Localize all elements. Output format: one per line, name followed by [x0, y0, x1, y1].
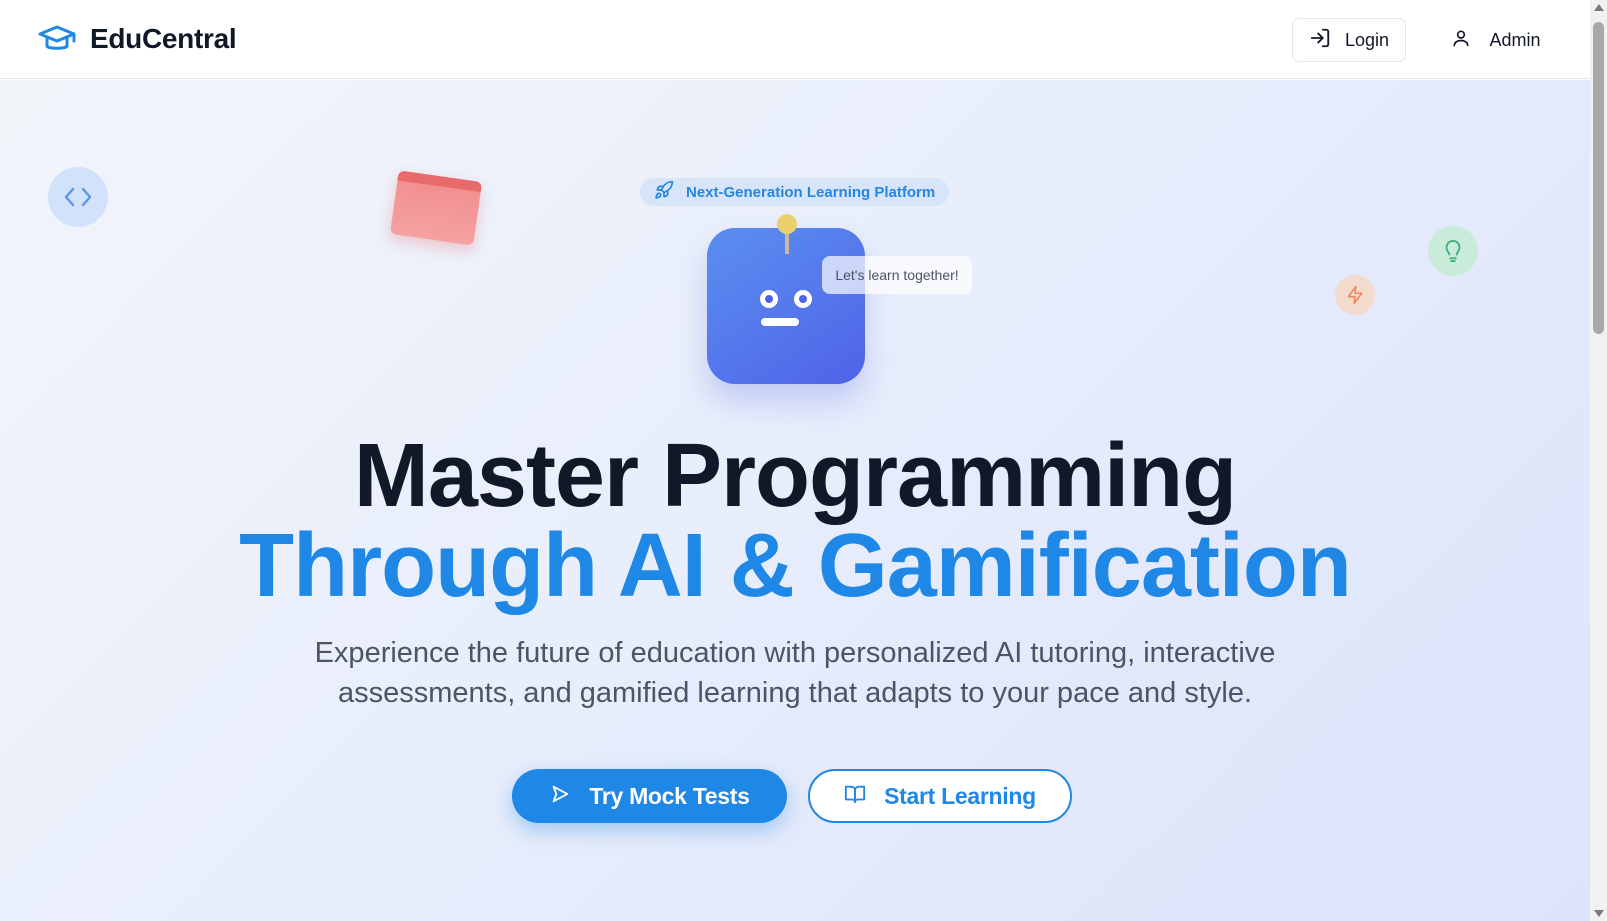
rocket-icon: [654, 180, 674, 205]
login-button[interactable]: Login: [1292, 18, 1406, 62]
speech-bubble: Let's learn together!: [822, 256, 972, 294]
start-learning-button[interactable]: Start Learning: [808, 769, 1072, 823]
send-icon: [549, 783, 571, 810]
platform-badge: Next-Generation Learning Platform: [640, 178, 950, 206]
graduation-cap-icon: [38, 20, 76, 58]
scrollbar-thumb[interactable]: [1593, 22, 1604, 334]
hero-title-line2: Through AI & Gamification: [239, 516, 1352, 616]
zap-icon: [1335, 275, 1375, 315]
try-mock-tests-button[interactable]: Try Mock Tests: [512, 769, 787, 823]
code-icon: [48, 167, 108, 227]
floating-card-decoration: [389, 170, 483, 246]
robot-mouth: [761, 318, 799, 326]
scroll-up-arrow-icon[interactable]: [1594, 4, 1604, 11]
admin-button[interactable]: Admin: [1436, 18, 1556, 62]
admin-label: Admin: [1489, 29, 1541, 50]
scroll-down-arrow-icon[interactable]: [1594, 910, 1604, 917]
log-in-icon: [1309, 27, 1331, 54]
hero-subtitle: Experience the future of education with …: [314, 637, 1276, 709]
hero-section: Next-Generation Learning Platform Let's …: [0, 80, 1590, 921]
badge-label: Next-Generation Learning Platform: [686, 183, 936, 201]
robot-mascot: [707, 214, 865, 384]
try-mock-tests-label: Try Mock Tests: [589, 782, 750, 809]
top-navbar: EduCentral Login Admin: [0, 0, 1590, 79]
start-learning-label: Start Learning: [884, 782, 1036, 809]
page-scrollbar[interactable]: [1590, 0, 1607, 921]
lightbulb-icon: [1428, 226, 1478, 276]
hero-title-line1: Master Programming: [353, 426, 1237, 526]
robot-antenna-ball: [777, 214, 797, 234]
user-icon: [1451, 28, 1471, 53]
brand-logo[interactable]: EduCentral: [38, 20, 237, 58]
login-label: Login: [1344, 29, 1390, 50]
robot-right-eye: [794, 290, 812, 308]
book-open-icon: [844, 783, 866, 810]
brand-name: EduCentral: [90, 23, 237, 54]
robot-left-eye: [760, 290, 778, 308]
